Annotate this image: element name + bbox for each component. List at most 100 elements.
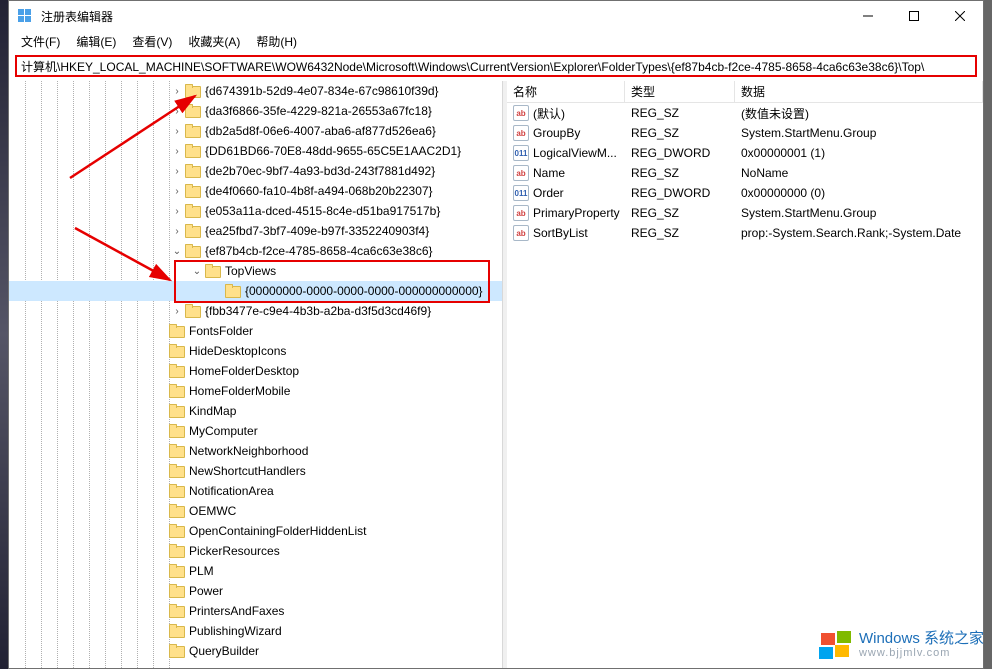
chevron-down-icon[interactable]: ⌄ [189, 263, 205, 279]
col-name[interactable]: 名称 [507, 81, 625, 102]
menu-favorites[interactable]: 收藏夹(A) [180, 31, 248, 52]
value-row[interactable]: abGroupByREG_SZSystem.StartMenu.Group [507, 123, 983, 143]
folder-icon [169, 384, 185, 398]
tree-row[interactable]: Power [9, 581, 502, 601]
folder-icon [169, 524, 185, 538]
tree-row[interactable]: KindMap [9, 401, 502, 421]
value-row[interactable]: abNameREG_SZNoName [507, 163, 983, 183]
tree-row[interactable]: ⌄ {ef87b4cb-f2ce-4785-8658-4ca6c63e38c6} [9, 241, 502, 261]
tree-row[interactable]: ›{d674391b-52d9-4e07-834e-67c98610f39d} [9, 81, 502, 101]
chevron-right-icon[interactable]: › [169, 123, 185, 139]
tree-label: QueryBuilder [189, 644, 259, 658]
folder-icon [225, 284, 241, 298]
menu-view[interactable]: 查看(V) [124, 31, 180, 52]
tree-row[interactable]: ›{fbb3477e-c9e4-4b3b-a2ba-d3f5d3cd46f9} [9, 301, 502, 321]
tree-label: PrintersAndFaxes [189, 604, 284, 618]
tree-row[interactable]: ›{db2a5d8f-06e6-4007-aba6-af877d526ea6} [9, 121, 502, 141]
chevron-right-icon[interactable]: › [169, 163, 185, 179]
values-pane[interactable]: 名称 类型 数据 ab(默认)REG_SZ(数值未设置)abGroupByREG… [507, 81, 983, 668]
col-type[interactable]: 类型 [625, 81, 735, 102]
chevron-right-icon[interactable]: › [169, 223, 185, 239]
tree-row[interactable]: FontsFolder [9, 321, 502, 341]
reg-string-icon: ab [513, 165, 529, 181]
col-data[interactable]: 数据 [735, 81, 983, 102]
folder-icon [185, 144, 201, 158]
reg-dword-icon: 011 [513, 185, 529, 201]
value-row[interactable]: abPrimaryPropertyREG_SZSystem.StartMenu.… [507, 203, 983, 223]
tree-row[interactable]: ⌄ TopViews [9, 261, 502, 281]
folder-icon [169, 464, 185, 478]
tree-label: OEMWC [189, 504, 236, 518]
chevron-right-icon[interactable]: › [169, 183, 185, 199]
tree-row[interactable]: PLM [9, 561, 502, 581]
tree-row[interactable]: MyComputer [9, 421, 502, 441]
value-name: Name [533, 166, 565, 180]
folder-icon [185, 304, 201, 318]
tree-pane[interactable]: ›{d674391b-52d9-4e07-834e-67c98610f39d}›… [9, 81, 503, 668]
tree-row[interactable]: OEMWC [9, 501, 502, 521]
tree-label: TopViews [225, 264, 276, 278]
tree-label: PublishingWizard [189, 624, 282, 638]
tree-row[interactable]: PublishingWizard [9, 621, 502, 641]
maximize-button[interactable] [891, 1, 937, 31]
tree-row[interactable]: ›{ea25fbd7-3bf7-409e-b97f-3352240903f4} [9, 221, 502, 241]
value-row[interactable]: 011LogicalViewM...REG_DWORD0x00000001 (1… [507, 143, 983, 163]
expand-placeholder [153, 483, 169, 499]
tree-row[interactable]: ›{e053a11a-dced-4515-8c4e-d51ba917517b} [9, 201, 502, 221]
tree-row[interactable]: QueryBuilder [9, 641, 502, 661]
tree-row[interactable]: ›{DD61BD66-70E8-48dd-9655-65C5E1AAC2D1} [9, 141, 502, 161]
value-name: Order [533, 186, 564, 200]
menu-edit[interactable]: 编辑(E) [68, 31, 124, 52]
tree-row[interactable]: HideDesktopIcons [9, 341, 502, 361]
chevron-right-icon[interactable]: › [169, 303, 185, 319]
tree-label: NetworkNeighborhood [189, 444, 308, 458]
tree-row[interactable]: NotificationArea [9, 481, 502, 501]
folder-icon [169, 644, 185, 658]
tree-row[interactable]: {00000000-0000-0000-0000-000000000000} [9, 281, 502, 301]
folder-icon [169, 404, 185, 418]
tree-row[interactable]: NetworkNeighborhood [9, 441, 502, 461]
tree-row[interactable]: PickerResources [9, 541, 502, 561]
tree-row[interactable]: ›{de2b70ec-9bf7-4a93-bd3d-243f7881d492} [9, 161, 502, 181]
watermark: Windows 系统之家 www.bjjmlv.com [819, 631, 984, 661]
address-bar[interactable]: 计算机\HKEY_LOCAL_MACHINE\SOFTWARE\WOW6432N… [15, 55, 977, 77]
value-row[interactable]: abSortByListREG_SZprop:-System.Search.Ra… [507, 223, 983, 243]
value-row[interactable]: ab(默认)REG_SZ(数值未设置) [507, 103, 983, 123]
tree-label: KindMap [189, 404, 236, 418]
value-data: prop:-System.Search.Rank;-System.Date [735, 226, 983, 240]
tree-row[interactable]: PrintersAndFaxes [9, 601, 502, 621]
tree-row[interactable]: ›{da3f6866-35fe-4229-821a-26553a67fc18} [9, 101, 502, 121]
value-type: REG_SZ [625, 206, 735, 220]
chevron-right-icon[interactable]: › [169, 103, 185, 119]
folder-icon [169, 344, 185, 358]
close-button[interactable] [937, 1, 983, 31]
minimize-button[interactable] [845, 1, 891, 31]
expand-placeholder [153, 583, 169, 599]
expand-placeholder [153, 623, 169, 639]
tree-row[interactable]: NewShortcutHandlers [9, 461, 502, 481]
tree-label: Power [189, 584, 223, 598]
folder-icon [169, 604, 185, 618]
tree-label: MyComputer [189, 424, 258, 438]
tree-label: {ef87b4cb-f2ce-4785-8658-4ca6c63e38c6} [205, 244, 433, 258]
tree-row[interactable]: HomeFolderDesktop [9, 361, 502, 381]
chevron-right-icon[interactable]: › [169, 143, 185, 159]
menu-file[interactable]: 文件(F) [13, 31, 68, 52]
watermark-url: www.bjjmlv.com [859, 646, 984, 660]
value-data: (数值未设置) [735, 105, 983, 122]
tree-row[interactable]: ›{de4f0660-fa10-4b8f-a494-068b20b22307} [9, 181, 502, 201]
tree-row[interactable]: OpenContainingFolderHiddenList [9, 521, 502, 541]
menu-help[interactable]: 帮助(H) [248, 31, 305, 52]
tree-row[interactable]: HomeFolderMobile [9, 381, 502, 401]
tree-label: OpenContainingFolderHiddenList [189, 524, 366, 538]
chevron-down-icon[interactable]: ⌄ [169, 243, 185, 259]
values-header: 名称 类型 数据 [507, 81, 983, 103]
value-row[interactable]: 011OrderREG_DWORD0x00000000 (0) [507, 183, 983, 203]
value-data: System.StartMenu.Group [735, 126, 983, 140]
folder-icon [185, 124, 201, 138]
chevron-right-icon[interactable]: › [169, 203, 185, 219]
folder-icon [169, 624, 185, 638]
chevron-right-icon[interactable]: › [169, 83, 185, 99]
tree-label: FontsFolder [189, 324, 253, 338]
menubar: 文件(F) 编辑(E) 查看(V) 收藏夹(A) 帮助(H) [9, 31, 983, 51]
